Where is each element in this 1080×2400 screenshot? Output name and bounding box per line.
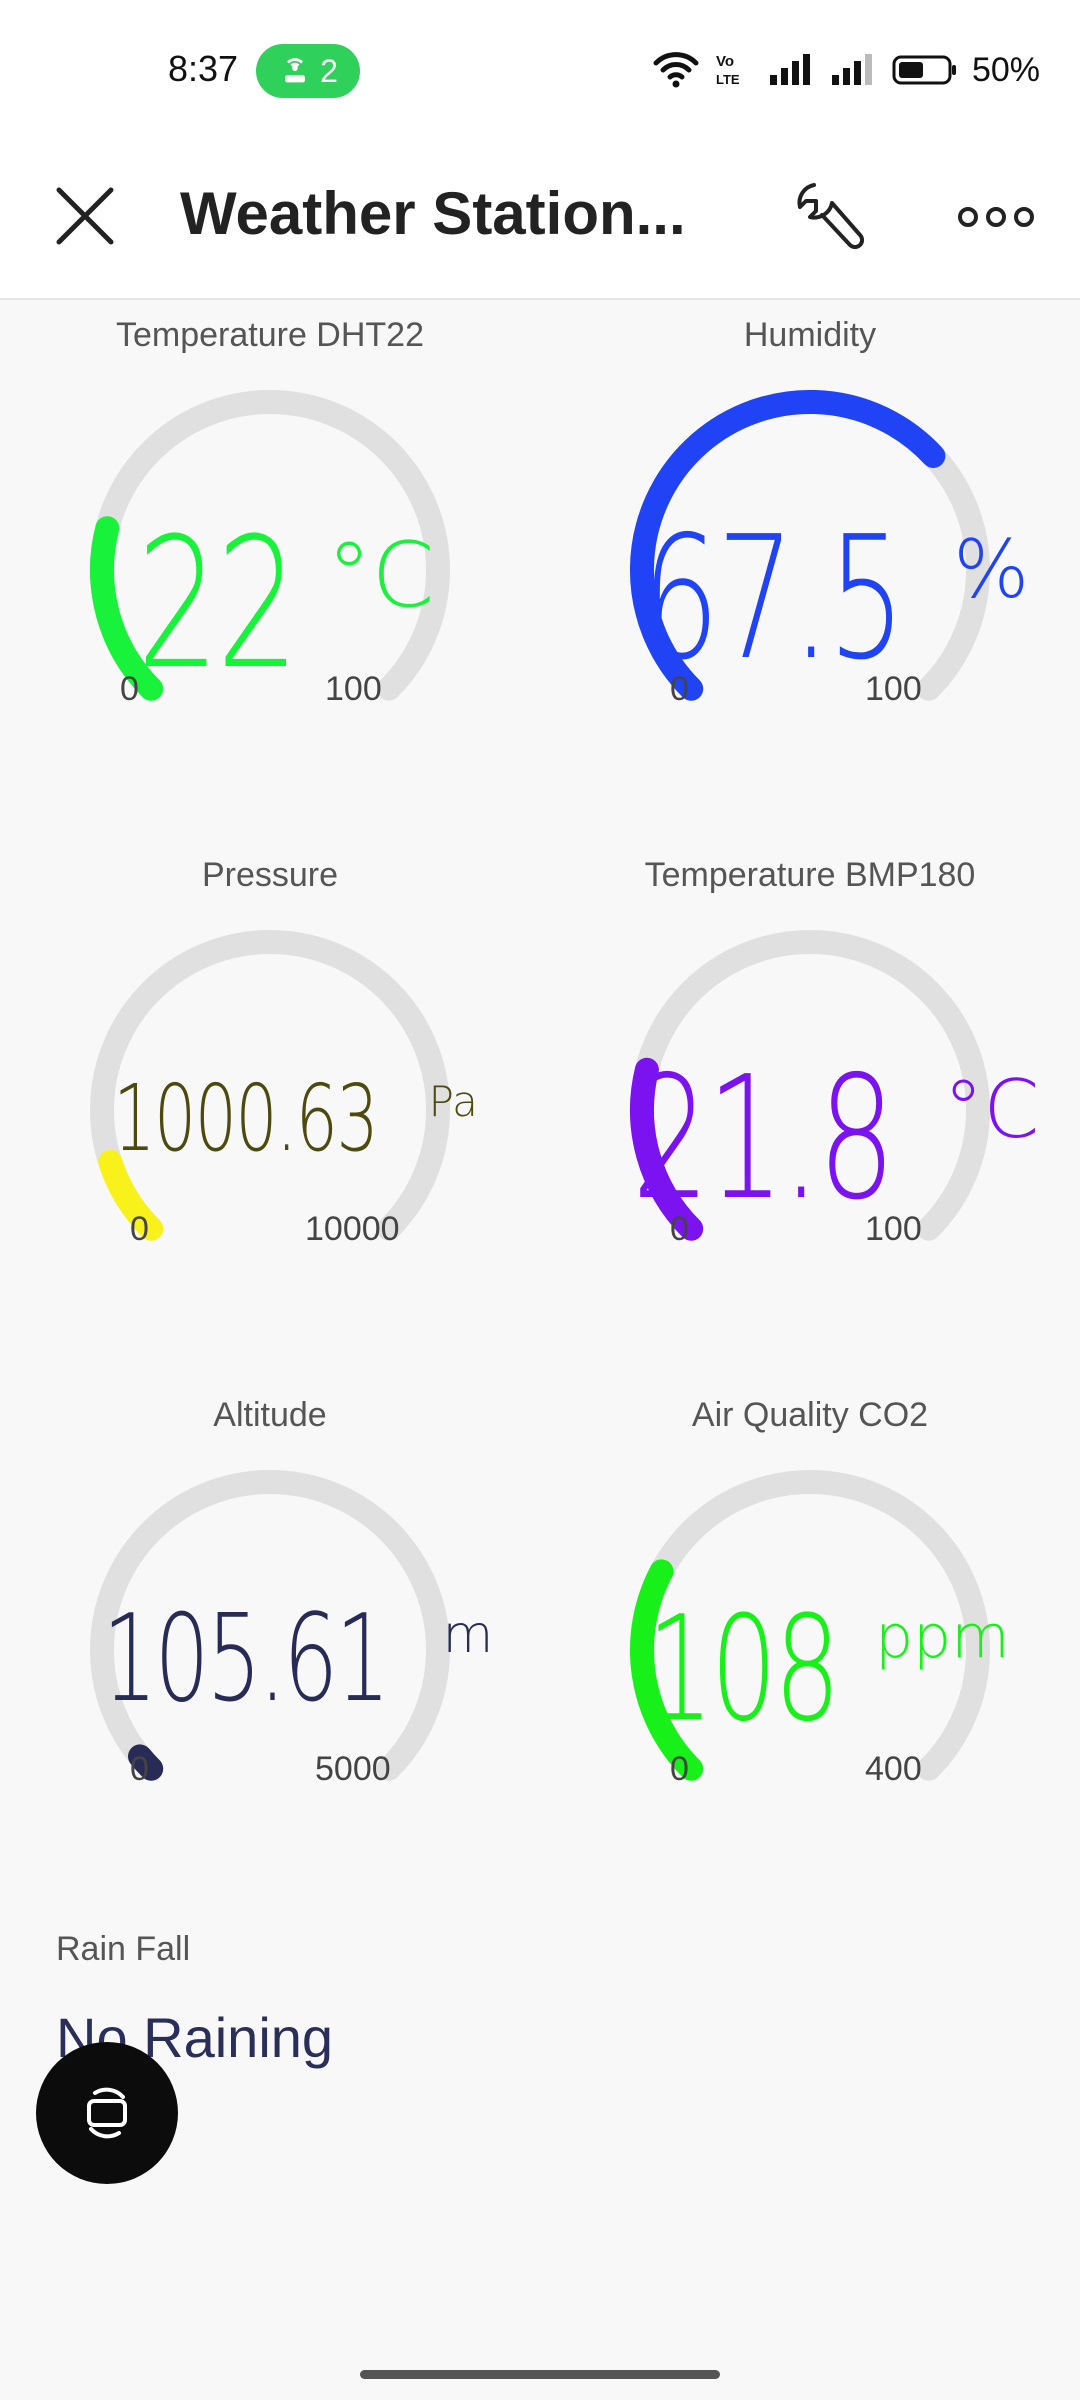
wifi-icon [653, 52, 699, 88]
battery-percentage: 50% [971, 50, 1040, 89]
gauge-label: Humidity [743, 316, 877, 354]
gauge-value: 21.8 °C [540, 1040, 1080, 1238]
close-button[interactable] [40, 171, 130, 261]
gauge-value-number: 67.5 [641, 500, 905, 698]
battery-icon [892, 55, 956, 85]
gauge-min: 0 [670, 1210, 689, 1248]
volte-icon: Vo LTE [716, 53, 740, 87]
screen-rotate-button[interactable] [36, 2042, 178, 2184]
gauge-value-number: 105.61 [102, 1590, 390, 1729]
gauge-value: 108 ppm [540, 1585, 1080, 1754]
svg-text:LTE: LTE [716, 72, 740, 87]
gauge-pressure[interactable]: Pressure 1000.63 Pa 0 10000 [0, 840, 540, 1380]
gauge-humidity[interactable]: Humidity 67.5% 0 100 [540, 300, 1080, 840]
wrench-icon [797, 183, 865, 250]
signal-icon [769, 54, 810, 85]
more-icon [958, 207, 1034, 227]
gauge-label: Pressure [201, 856, 339, 894]
status-time: 8:37 [168, 48, 239, 89]
gauge-unit: % [953, 523, 1030, 616]
hotspot-icon [285, 58, 306, 83]
gauge-value: 22 °C [0, 500, 540, 709]
gauge-min: 0 [130, 1210, 149, 1248]
gauge-unit: °C [943, 1063, 1040, 1156]
gauge-max: 400 [865, 1750, 922, 1788]
gauge-min: 0 [120, 670, 139, 708]
gauge-max: 100 [325, 670, 382, 708]
gauge-max: 100 [865, 670, 922, 708]
app-header: Weather Station... [0, 145, 1080, 300]
gauge-value-number: 108 [647, 1585, 841, 1754]
gauge-max: 10000 [305, 1210, 400, 1248]
gauge-value: 1000.63 Pa [0, 1065, 540, 1172]
rain-fall-label: Rain Fall [56, 1930, 191, 1968]
gauge-temperature-dht22[interactable]: Temperature DHT22 22 °C 0 100 [0, 300, 540, 840]
more-options-button[interactable] [948, 169, 1044, 265]
gauge-value: 105.61 m [0, 1590, 540, 1729]
home-indicator[interactable] [360, 2370, 720, 2379]
gauge-max: 5000 [315, 1750, 391, 1788]
page-title: Weather Station... [180, 180, 686, 247]
status-bar: 8:37 2 Vo LTE 50% [0, 0, 1080, 145]
gauge-value-number: 1000.63 [113, 1065, 378, 1172]
status-icons: Vo LTE 50% [652, 50, 1040, 90]
gauge-label: Altitude [213, 1396, 327, 1434]
settings-button[interactable] [780, 169, 876, 265]
gauge-min: 0 [670, 670, 689, 708]
gauge-unit: °C [326, 523, 435, 628]
hotspot-count: 2 [320, 52, 338, 89]
gauge-label: Temperature DHT22 [115, 316, 424, 354]
gauge-min: 0 [130, 1750, 149, 1788]
gauge-unit: m [442, 1605, 494, 1665]
gauge-altitude[interactable]: Altitude 105.61 m 0 5000 [0, 1380, 540, 1920]
gauge-temperature-bmp180[interactable]: Temperature BMP180 21.8 °C 0 100 [540, 840, 1080, 1380]
hotspot-indicator[interactable]: 2 [256, 44, 360, 98]
gauge-value-number: 21.8 [631, 1040, 896, 1238]
gauge-label: Air Quality CO2 [691, 1396, 929, 1434]
screen-rotate-icon [87, 2087, 127, 2139]
gauge-label: Temperature BMP180 [644, 856, 976, 894]
gauge-value-number: 22 [136, 500, 298, 709]
gauge-air-quality-co2[interactable]: Air Quality CO2 108 ppm 0 400 [540, 1380, 1080, 1920]
signal-icon [831, 54, 872, 85]
svg-text:Vo: Vo [716, 53, 734, 70]
gauge-max: 100 [865, 1210, 922, 1248]
close-icon [56, 187, 114, 245]
gauge-value: 67.5% [540, 500, 1080, 698]
gauge-unit: Pa [428, 1077, 478, 1126]
gauge-min: 0 [670, 1750, 689, 1788]
gauge-unit: ppm [875, 1602, 1010, 1672]
